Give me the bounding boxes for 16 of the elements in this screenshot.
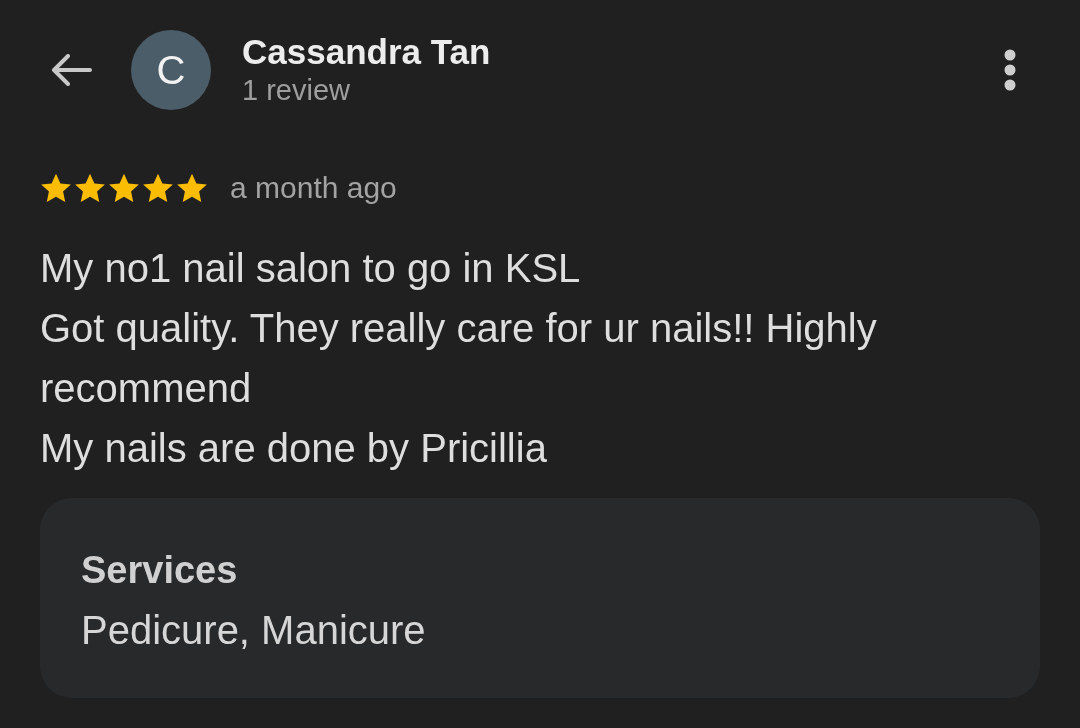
star-icon xyxy=(40,172,72,204)
star-icon xyxy=(108,172,140,204)
avatar-initial: C xyxy=(131,30,211,110)
review-count: 1 review xyxy=(242,73,351,108)
star-icon xyxy=(176,172,208,204)
services-value: Pedicure, Manicure xyxy=(81,607,426,654)
star-icon xyxy=(74,172,106,204)
back-arrow-icon[interactable] xyxy=(50,54,92,86)
review-text: My nails are done by Pricillia xyxy=(40,425,548,472)
more-options-icon[interactable] xyxy=(1004,49,1016,91)
review-text: Got quality. They really care for ur nails!! Highly recommend xyxy=(40,305,878,412)
reviewer-name: Cassandra Tan xyxy=(242,32,491,72)
review-text: My no1 nail salon to go in KSL xyxy=(40,245,582,292)
review-time: a month ago xyxy=(230,171,397,205)
services-label: Services xyxy=(81,548,238,593)
star-icon xyxy=(142,172,174,204)
